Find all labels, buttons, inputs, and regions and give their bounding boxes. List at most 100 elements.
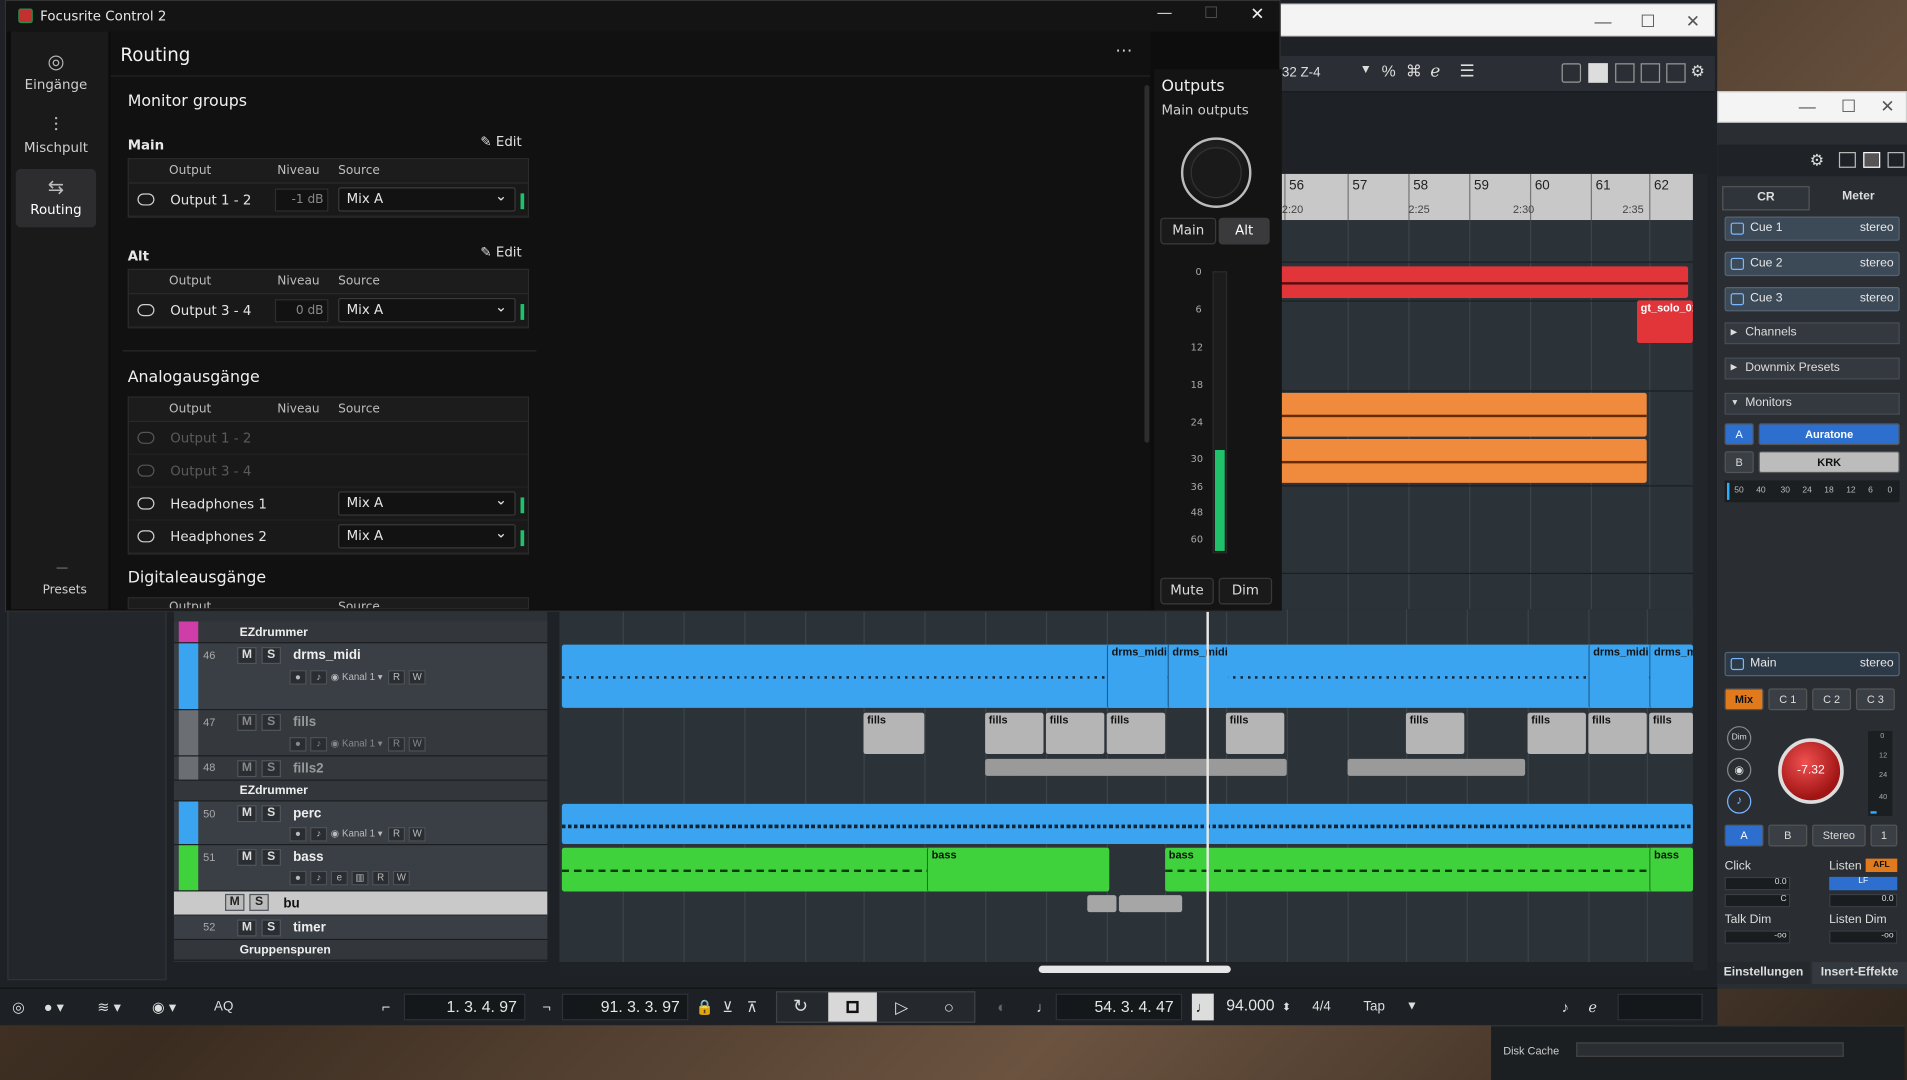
track-header[interactable]: 47 M S fills ● ♪ ◉ Kanal 1 ▾ RW <box>173 710 548 757</box>
cycle-icon[interactable]: ↻ <box>793 995 808 1019</box>
mix-button[interactable]: Mix <box>1724 688 1764 711</box>
volume-knob[interactable] <box>1180 137 1252 208</box>
tempo-field[interactable]: 94.000 <box>1221 994 1282 1021</box>
link-icon[interactable] <box>137 464 155 477</box>
right-locator-icon[interactable]: ¬ <box>542 995 551 1019</box>
left-locator-icon[interactable]: ⌐ <box>382 995 391 1019</box>
monitor-a-button[interactable]: A <box>1724 423 1754 446</box>
channel-1-button[interactable]: 1 <box>1870 824 1898 847</box>
layout-right-icon[interactable] <box>1666 63 1686 83</box>
maximize-icon[interactable]: ☐ <box>1204 5 1218 23</box>
layout-inspector-icon[interactable] <box>1615 63 1635 83</box>
position-field[interactable]: 54. 3. 4. 47 <box>1055 993 1183 1021</box>
source-select[interactable]: Mix A <box>338 522 516 549</box>
layout-icon[interactable] <box>1863 152 1881 168</box>
dim-button[interactable]: Dim <box>1218 577 1273 605</box>
track-header[interactable]: 51 M S bass ● ♪ e ▥ R W <box>173 845 548 892</box>
c1-button[interactable]: C 1 <box>1768 688 1808 711</box>
main-toggle[interactable]: Main <box>1160 217 1217 245</box>
audio-clip[interactable] <box>1279 439 1647 483</box>
mute-button[interactable]: M <box>237 919 257 937</box>
solo-button[interactable]: S <box>261 647 281 665</box>
stop-button[interactable] <box>828 992 877 1022</box>
close-icon[interactable]: ✕ <box>1250 5 1264 24</box>
presets-button[interactable]: Presets <box>43 584 87 597</box>
listen-dim-field[interactable]: -oo <box>1829 930 1898 944</box>
audio-clip[interactable] <box>1279 266 1689 298</box>
monitor-auratone[interactable]: Auratone <box>1758 423 1900 446</box>
e-icon[interactable]: ℯ <box>1588 995 1597 1019</box>
mute-button[interactable]: M <box>237 805 257 823</box>
group-clip[interactable] <box>1087 895 1117 913</box>
chevron-down-icon[interactable]: ▼ <box>1360 63 1372 76</box>
read-button[interactable]: R <box>388 670 406 685</box>
downmix-presets-section[interactable]: Downmix Presets <box>1724 357 1900 380</box>
listen-lf-field[interactable]: LF <box>1829 876 1898 891</box>
read-button[interactable]: R <box>388 827 406 842</box>
right-locator-field[interactable]: 91. 3. 3. 97 <box>561 993 689 1021</box>
source-select[interactable]: Mix A <box>338 185 516 212</box>
nav-mixer[interactable]: ⫶ Mischpult <box>16 107 96 165</box>
link-icon[interactable] <box>137 431 155 444</box>
layout-icon[interactable] <box>1838 152 1856 168</box>
scroll-thumb[interactable] <box>1038 965 1231 973</box>
playhead-cursor[interactable] <box>1206 609 1209 963</box>
alt-toggle[interactable]: Alt <box>1218 217 1270 245</box>
midi-channel[interactable]: Kanal 1 <box>342 671 375 682</box>
talk-dim-field[interactable]: -oo <box>1724 930 1791 944</box>
settings-icon[interactable]: ⚙ <box>1691 62 1705 81</box>
monitor-icon[interactable]: ♪ <box>310 737 328 752</box>
edit-main-button[interactable]: ✎ Edit <box>480 134 521 150</box>
layout-left-icon[interactable] <box>1588 63 1608 83</box>
punch-icon[interactable]: ◐ <box>997 995 1006 1019</box>
punch-out-icon[interactable]: ⊼ <box>747 995 758 1019</box>
midi-clip[interactable]: fills <box>985 712 1044 755</box>
write-button[interactable]: W <box>408 737 426 752</box>
click-icon[interactable]: ◉ ▾ <box>152 995 176 1019</box>
level-field[interactable]: -1 dB <box>274 188 329 212</box>
gear-icon[interactable]: ⚙ <box>1810 151 1824 170</box>
edit-alt-button[interactable]: ✎ Edit <box>480 244 521 260</box>
source-select[interactable]: Mix A <box>338 296 516 323</box>
reference-icon[interactable]: ♪ <box>1727 789 1752 814</box>
arrange-area-upper[interactable]: gt_solo_01 <box>1279 220 1693 610</box>
auto-quantize-button[interactable]: AQ <box>214 995 233 1019</box>
monitor-icon[interactable]: ♪ <box>310 870 328 886</box>
cue-1[interactable]: Cue 1 stereo <box>1724 216 1900 241</box>
write-button[interactable]: W <box>408 827 426 842</box>
timeline-ruler[interactable]: 56 57 58 59 60 61 62 2:20 2:25 2:30 2:35 <box>1279 173 1693 221</box>
settings-icon[interactable]: ◎ <box>12 995 25 1019</box>
mute-button[interactable]: M <box>224 893 245 911</box>
tab-insert-effects[interactable]: Insert-Effekte <box>1812 962 1907 984</box>
close-icon[interactable]: ✕ <box>1869 95 1905 117</box>
bars-icon[interactable]: ▥ <box>351 870 369 886</box>
nav-inputs[interactable]: ◎ Eingänge <box>16 44 96 102</box>
afl-button[interactable]: AFL <box>1865 858 1898 873</box>
record-icon[interactable]: ● <box>289 737 307 752</box>
mute-button[interactable]: M <box>237 760 257 778</box>
midi-channel[interactable]: Kanal 1 <box>342 738 375 749</box>
play-icon[interactable]: ▷ <box>895 995 908 1019</box>
midi-channel[interactable]: Kanal 1 <box>342 828 375 839</box>
tap-button[interactable]: Tap <box>1363 995 1385 1019</box>
e-icon[interactable]: ℯ <box>1430 61 1440 82</box>
monitor-icon[interactable]: ♪ <box>310 670 328 685</box>
align-icon[interactable]: ☰ <box>1459 61 1474 82</box>
midi-clip[interactable]: fills <box>1527 712 1586 755</box>
solo-button[interactable]: S <box>261 713 281 731</box>
channels-section[interactable]: Channels <box>1724 322 1900 345</box>
midi-clip[interactable]: drms_midi <box>1588 644 1650 708</box>
left-locator-field[interactable]: 1. 3. 4. 97 <box>403 993 526 1021</box>
c3-button[interactable]: C 3 <box>1855 688 1895 711</box>
tempo-track-icon[interactable]: ♩ <box>1191 993 1214 1021</box>
record-icon[interactable]: ● <box>289 670 307 685</box>
solo-button[interactable]: S <box>261 919 281 937</box>
maximize-icon[interactable]: ☐ <box>1630 10 1666 32</box>
write-button[interactable]: W <box>392 870 410 886</box>
audio-clip[interactable]: gt_solo_01 <box>1637 300 1693 343</box>
minimize-icon[interactable]: — <box>1585 10 1621 32</box>
mute-button[interactable]: Mute <box>1160 577 1214 605</box>
mute-button[interactable]: M <box>237 848 257 866</box>
track-header[interactable]: 46 M S drms_midi ● ♪ ◉ Kanal 1 ▾ RW <box>173 643 548 711</box>
nav-routing[interactable]: ⇆ Routing <box>15 169 97 228</box>
